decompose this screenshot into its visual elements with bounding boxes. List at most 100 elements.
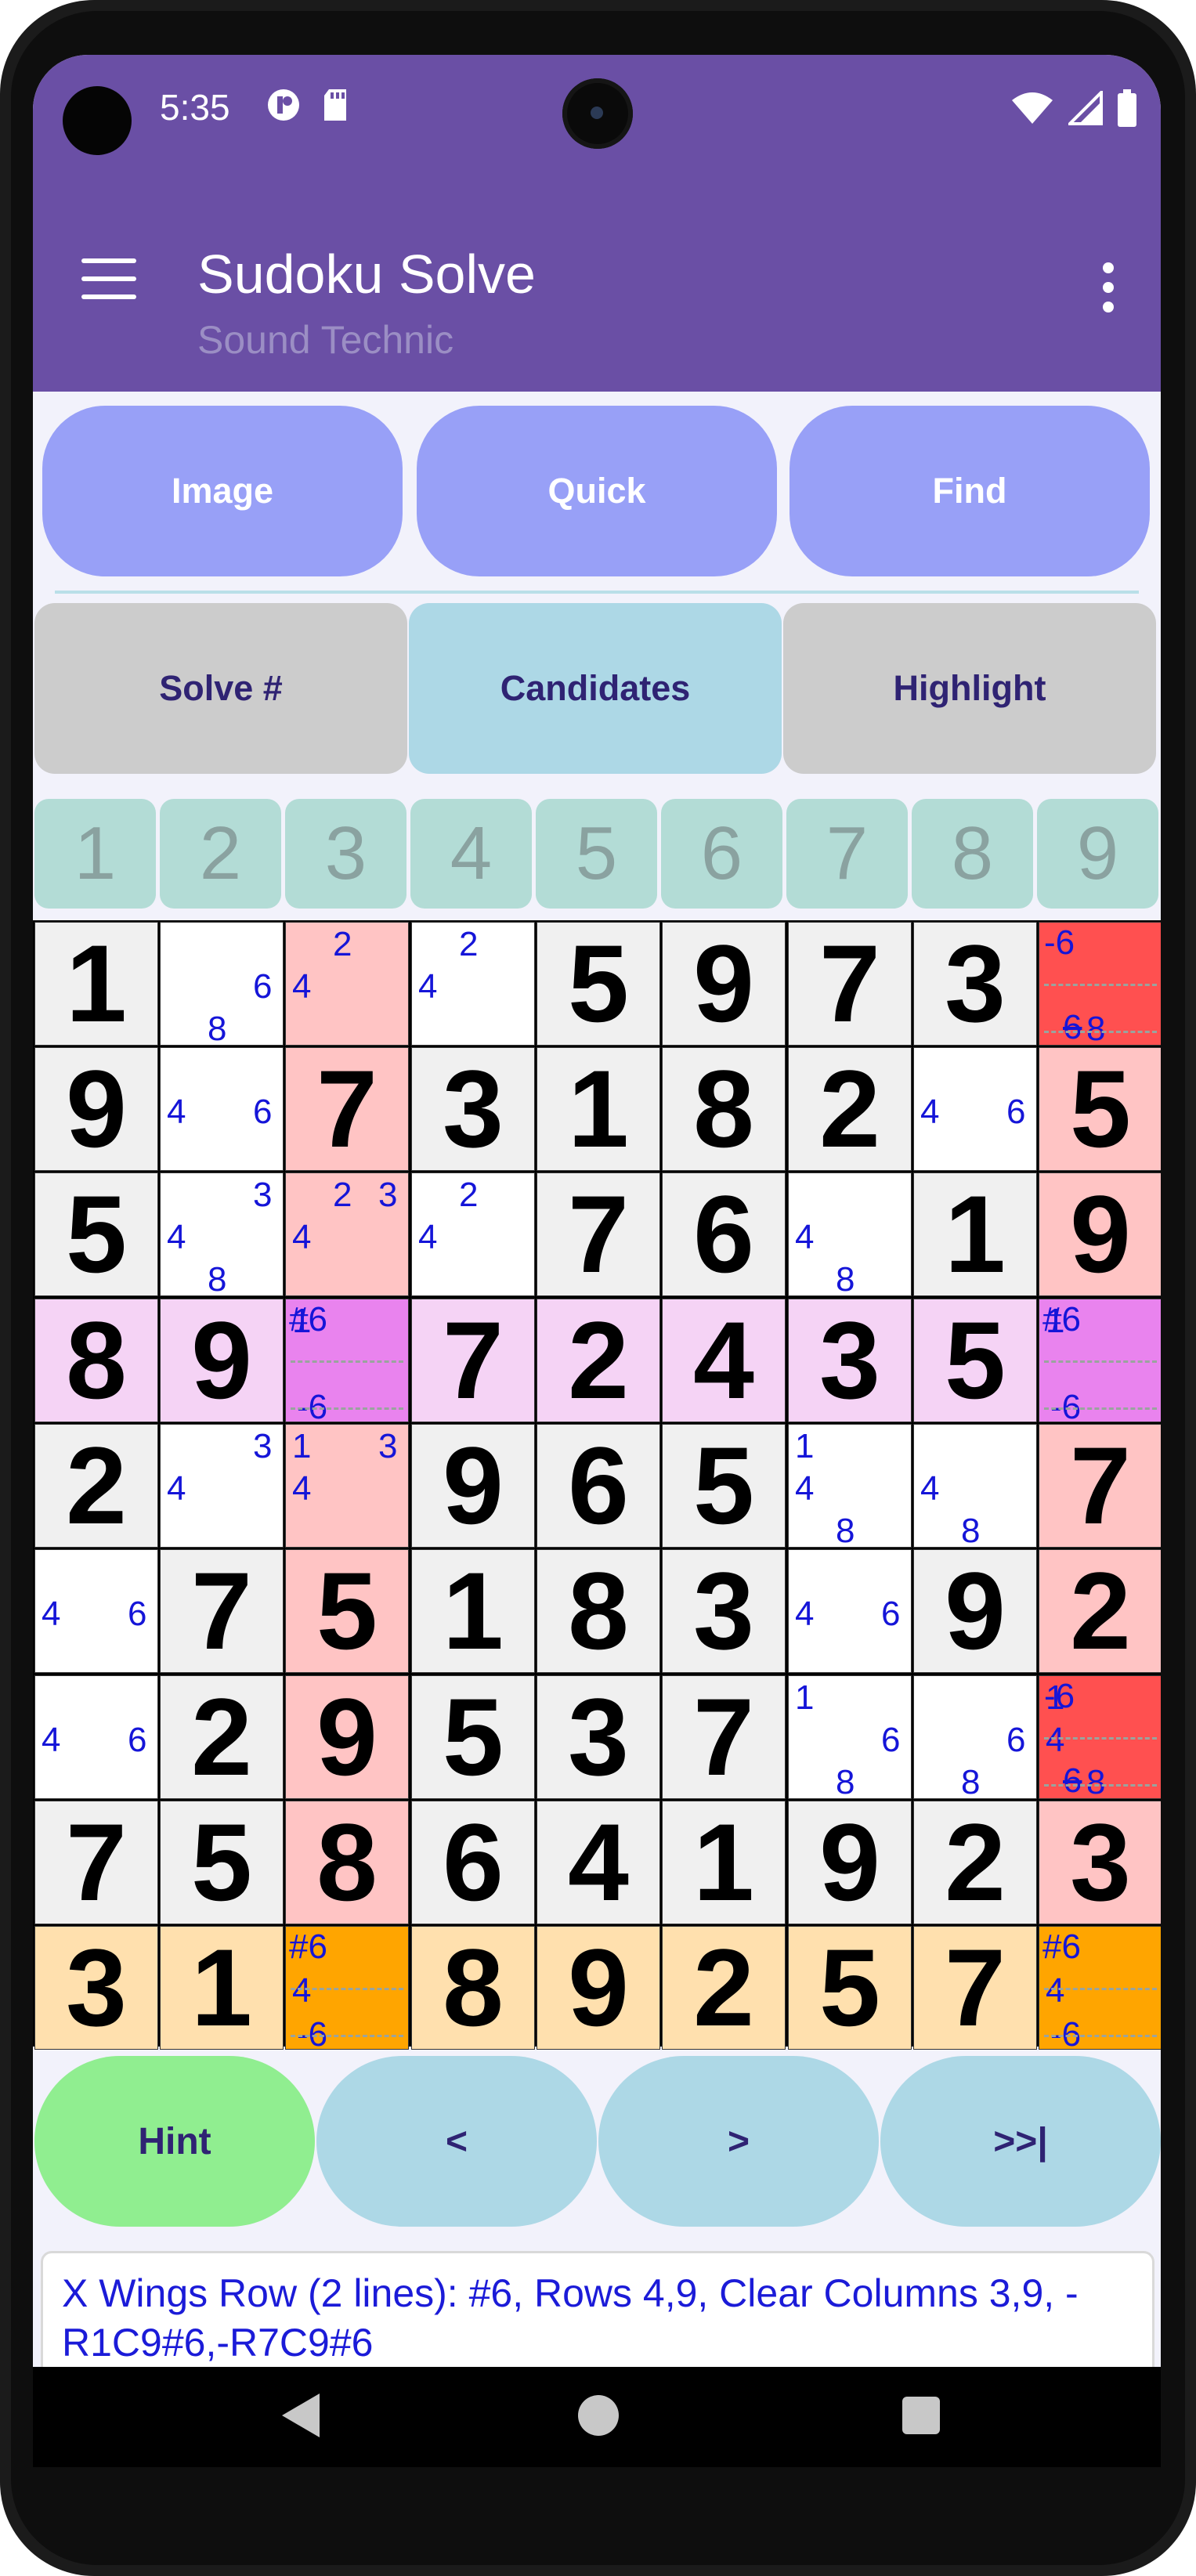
cell-r1c5[interactable]: 5 [537,922,660,1046]
next-step-button[interactable]: > [598,2056,879,2227]
cell-r9c1[interactable]: 3 [34,1926,158,2050]
cell-r3c4[interactable]: 24 [411,1172,535,1296]
cell-r7c6[interactable]: 7 [662,1675,786,1799]
cell-r1c2[interactable]: 68 [160,922,284,1046]
cell-r3c2[interactable]: 3 48 [160,1172,284,1296]
cell-r6c5[interactable]: 8 [537,1549,660,1673]
cell-r2c6[interactable]: 8 [662,1047,786,1171]
column-header-5[interactable]: 5 [536,799,657,909]
hint-button[interactable]: Hint [34,2056,315,2227]
cell-r3c1[interactable]: 5 [34,1172,158,1296]
cell-r7c4[interactable]: 5 [411,1675,535,1799]
cell-r2c8[interactable]: 46 [913,1047,1037,1171]
cell-r9c8[interactable]: 7 [913,1926,1037,2050]
quick-button[interactable]: Quick [417,406,777,576]
cell-r9c4[interactable]: 8 [411,1926,535,2050]
cell-r9c2[interactable]: 1 [160,1926,284,2050]
column-header-2[interactable]: 2 [160,799,281,909]
cell-r5c7[interactable]: 1 48 [788,1424,912,1548]
cell-r6c3[interactable]: 5 [285,1549,409,1673]
find-button[interactable]: Find [790,406,1150,576]
cell-r8c9[interactable]: 3 [1039,1801,1161,1924]
cell-r5c2[interactable]: 34 [160,1424,284,1548]
cell-r2c7[interactable]: 2 [788,1047,912,1171]
cell-r9c6[interactable]: 2 [662,1926,786,2050]
column-header-3[interactable]: 3 [285,799,406,909]
cell-r6c8[interactable]: 9 [913,1549,1037,1673]
cell-r8c8[interactable]: 2 [913,1801,1037,1924]
cell-r6c9[interactable]: 2 [1039,1549,1161,1673]
cell-r8c7[interactable]: 9 [788,1801,912,1924]
cell-r3c6[interactable]: 6 [662,1172,786,1296]
cell-r9c7[interactable]: 5 [788,1926,912,2050]
cell-r7c1[interactable]: 46 [34,1675,158,1799]
back-icon[interactable] [282,2394,320,2437]
column-header-6[interactable]: 6 [661,799,782,909]
cell-r8c4[interactable]: 6 [411,1801,535,1924]
cell-r6c2[interactable]: 7 [160,1549,284,1673]
previous-step-button[interactable]: < [316,2056,597,2227]
overflow-menu-icon[interactable] [1103,262,1118,313]
cell-r8c5[interactable]: 4 [537,1801,660,1924]
cell-r1c1[interactable]: 1 [34,922,158,1046]
cell-r2c9[interactable]: 5 [1039,1047,1161,1171]
cell-r1c3[interactable]: 24 [285,922,409,1046]
cell-r8c6[interactable]: 1 [662,1801,786,1924]
cell-r7c2[interactable]: 2 [160,1675,284,1799]
cell-r2c2[interactable]: 46 [160,1047,284,1171]
cell-r4c6[interactable]: 4 [662,1299,786,1422]
recent-apps-icon[interactable] [902,2397,940,2434]
cell-r6c6[interactable]: 3 [662,1549,786,1673]
cell-r8c3[interactable]: 8 [285,1801,409,1924]
cell-r4c3[interactable]: #6 1 -6 [285,1299,409,1422]
cell-r6c1[interactable]: 46 [34,1549,158,1673]
cell-r5c5[interactable]: 6 [537,1424,660,1548]
cell-r1c9[interactable]: -6 6 8 [1039,922,1161,1046]
cell-r2c3[interactable]: 7 [285,1047,409,1171]
cell-r2c5[interactable]: 1 [537,1047,660,1171]
cell-r4c9[interactable]: #6 1 -6 [1039,1299,1161,1422]
cell-r1c7[interactable]: 7 [788,922,912,1046]
cell-r6c4[interactable]: 1 [411,1549,535,1673]
cell-r3c5[interactable]: 7 [537,1172,660,1296]
home-icon[interactable] [578,2395,619,2436]
cell-r4c1[interactable]: 8 [34,1299,158,1422]
cell-r4c2[interactable]: 9 [160,1299,284,1422]
column-header-7[interactable]: 7 [786,799,908,909]
cell-r9c3[interactable]: #6 4 -6 [285,1926,409,2050]
cell-r5c4[interactable]: 9 [411,1424,535,1548]
solve-number-button[interactable]: Solve # [34,603,407,774]
cell-r3c7[interactable]: 48 [788,1172,912,1296]
cell-r9c5[interactable]: 9 [537,1926,660,2050]
cell-r4c8[interactable]: 5 [913,1299,1037,1422]
cell-r3c9[interactable]: 9 [1039,1172,1161,1296]
cell-r7c9[interactable]: -6 1 4 6 8 [1039,1675,1161,1799]
cell-r3c8[interactable]: 1 [913,1172,1037,1296]
skip-to-end-button[interactable]: >>| [880,2056,1161,2227]
column-header-9[interactable]: 9 [1037,799,1158,909]
cell-r4c5[interactable]: 2 [537,1299,660,1422]
cell-r7c7[interactable]: 1 68 [788,1675,912,1799]
cell-r5c3[interactable]: 1 3 4 [285,1424,409,1548]
cell-r7c8[interactable]: 68 [913,1675,1037,1799]
candidates-button[interactable]: Candidates [409,603,782,774]
cell-r7c5[interactable]: 3 [537,1675,660,1799]
column-header-1[interactable]: 1 [34,799,156,909]
column-header-4[interactable]: 4 [410,799,532,909]
hamburger-menu-icon[interactable] [81,258,136,299]
highlight-button[interactable]: Highlight [783,603,1156,774]
cell-r7c3[interactable]: 9 [285,1675,409,1799]
cell-r1c6[interactable]: 9 [662,922,786,1046]
cell-r5c6[interactable]: 5 [662,1424,786,1548]
cell-r9c9[interactable]: #6 4 -6 [1039,1926,1161,2050]
cell-r6c7[interactable]: 46 [788,1549,912,1673]
column-header-8[interactable]: 8 [912,799,1033,909]
cell-r2c1[interactable]: 9 [34,1047,158,1171]
cell-r2c4[interactable]: 3 [411,1047,535,1171]
cell-r1c8[interactable]: 3 [913,922,1037,1046]
cell-r1c4[interactable]: 24 [411,922,535,1046]
cell-r5c9[interactable]: 7 [1039,1424,1161,1548]
cell-r8c2[interactable]: 5 [160,1801,284,1924]
cell-r4c7[interactable]: 3 [788,1299,912,1422]
cell-r8c1[interactable]: 7 [34,1801,158,1924]
